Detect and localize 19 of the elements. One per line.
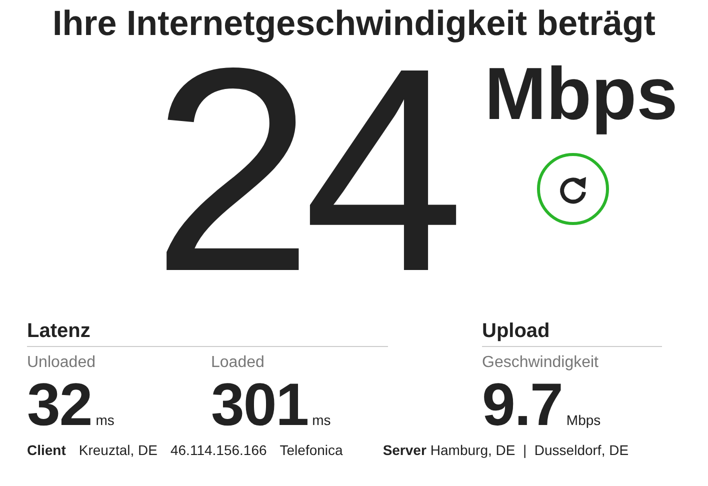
metric-unit: ms	[96, 414, 114, 427]
metric-label: Unloaded	[27, 353, 96, 372]
server-label: Server	[382, 441, 426, 460]
metric-value: 9.7	[482, 378, 562, 432]
speed-value: 24	[152, 57, 455, 291]
server-info: Hamburg, DE | Dusseldorf, DE	[430, 441, 629, 460]
section-title: Latenz	[27, 319, 388, 347]
metric-label: Geschwindigkeit	[482, 353, 600, 372]
metric-value: 301	[211, 378, 308, 432]
metric-label: Loaded	[211, 353, 266, 372]
client-info: Telefonica	[280, 441, 343, 460]
client-info: Kreuztal, DE	[78, 441, 158, 460]
metric-value: 32	[27, 378, 92, 432]
page-heading: Ihre Internetgeschwindigkeit beträgt	[52, 3, 656, 41]
client-info: 46.114.156.166	[170, 441, 267, 460]
metric-unit: ms	[312, 414, 331, 427]
section-title: Upload	[482, 319, 662, 347]
metric-unit: Mbps	[566, 414, 601, 427]
client-label: Client	[27, 441, 66, 460]
